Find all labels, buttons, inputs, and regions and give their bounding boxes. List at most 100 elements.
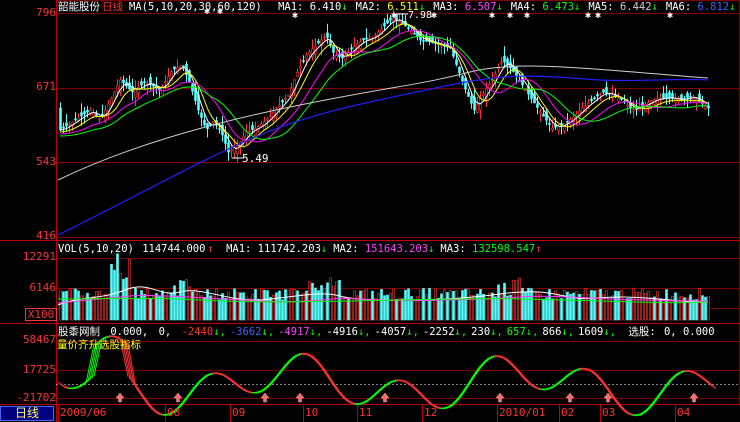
ma-value: 6.507 — [458, 1, 497, 13]
candle-body — [698, 93, 701, 102]
chart-canvas[interactable]: 5.497.98✱ ✱ ✱ ✱ ✱ ✱ ✱ ✱ ✱ ✱ ✱ — [0, 0, 740, 422]
volume-bar — [344, 296, 347, 321]
y-axis-label: 17725 — [22, 363, 56, 376]
volume-bar — [281, 299, 284, 321]
stock-name[interactable]: 韶能股份 — [58, 1, 100, 13]
candle-body — [230, 149, 233, 152]
volume-bar — [68, 288, 71, 321]
buy-signal-arrow-icon — [689, 392, 699, 403]
candle-body — [596, 94, 599, 97]
volume-bar — [74, 288, 77, 321]
volume-bar — [374, 297, 377, 321]
volume-bar — [284, 289, 287, 321]
indicator-value: -2440 — [181, 326, 214, 338]
volume-bar — [152, 296, 155, 321]
candle-body — [140, 81, 143, 86]
candle-body — [164, 81, 167, 83]
candle-body — [59, 107, 62, 131]
volume-bar — [632, 287, 635, 321]
candle-body — [284, 98, 287, 100]
volume-bar — [86, 292, 89, 321]
indicator-value: 0, — [158, 326, 172, 338]
volume-bar — [278, 290, 281, 321]
volume-bar — [164, 296, 167, 321]
volume-bar — [536, 291, 539, 321]
volume-bar — [305, 290, 308, 321]
candle-body — [605, 87, 608, 94]
x-axis-label: 11 — [359, 406, 373, 419]
volume-bar — [320, 285, 323, 321]
volume-bar — [161, 290, 164, 321]
volume-bar — [512, 279, 515, 321]
volume-bar — [494, 296, 497, 321]
candle-body — [686, 92, 689, 99]
volume-bar — [542, 298, 545, 321]
x-axis-label: 10 — [305, 406, 319, 419]
indicator-arrow: ↓, — [561, 326, 575, 338]
indicator-value: -4917 — [278, 326, 310, 338]
volume-bar — [221, 293, 224, 321]
candle-body — [548, 123, 551, 125]
volume-bar — [236, 292, 239, 321]
candle-body — [668, 91, 671, 99]
volume-bar — [560, 298, 563, 321]
volume-bar — [521, 288, 524, 321]
volume-bar — [533, 291, 536, 321]
volume-bar — [485, 297, 488, 321]
volume-bar — [527, 287, 530, 321]
ma-params: MA(5,10,20,30,60,120) — [129, 1, 262, 13]
y-axis-label: 6146 — [29, 281, 57, 294]
indicator-value-list: 0.000,, 0,, -2440↓, -3662↓, -4917↓, -4916↓, -4… — [110, 326, 620, 338]
chart-frame — [56, 0, 740, 405]
candle-body — [212, 120, 215, 123]
volume-bar — [530, 288, 533, 321]
candle-body — [458, 66, 461, 74]
volume-bar — [419, 289, 422, 321]
ma-value: 6.511 — [380, 1, 419, 13]
vol-ma-arrow: ↑ — [535, 243, 542, 255]
vol-ma-arrow: ↓ — [320, 243, 328, 255]
y-axis-label: 796 — [36, 6, 56, 19]
volume-bar — [569, 293, 572, 321]
volume-bar — [596, 290, 599, 321]
candle-body — [122, 79, 125, 84]
low-label: 5.49 — [242, 152, 269, 165]
volume-bar — [620, 290, 623, 321]
ma-arrow: ↓ — [574, 1, 581, 13]
volume-bar — [131, 299, 134, 321]
ma-label: MA4: — [510, 1, 537, 13]
period-tab-daily[interactable]: 日线 — [0, 406, 54, 421]
buy-signal-arrow-icon — [115, 392, 125, 403]
candle-body — [476, 104, 479, 113]
candle-body — [374, 34, 377, 37]
candle-body — [503, 55, 506, 63]
ma-value: 6.812 — [691, 1, 730, 13]
volume-bar — [617, 291, 620, 321]
candle-body — [335, 55, 338, 59]
indicator-arrow: ↓, — [454, 326, 468, 338]
buy-signal-arrow-icon — [495, 392, 505, 403]
ma-label: MA1: — [278, 1, 304, 13]
candle-body — [92, 112, 95, 117]
main-header: 韶能股份 日线 MA(5,10,20,30,60,120) MA1: 6.410↓ M… — [58, 0, 740, 14]
candle-body — [296, 72, 299, 77]
candle-body — [323, 36, 326, 39]
buy-signal-arrow-icon — [295, 392, 305, 403]
indicator-name[interactable]: 股黍网制 — [58, 326, 100, 338]
volume-bar — [137, 298, 140, 321]
volume-bar — [98, 290, 101, 321]
candle-body — [98, 118, 101, 121]
x-axis-label: 04 — [677, 406, 691, 419]
stock-chart-window: 5.49 7.98 ✱ ✱ ✱ ✱ ✱ ✱ ✱ ✱ ✱ ✱ ✱ 韶能股份 日线 MA(5,10,20,30,… — [0, 0, 740, 422]
candle-body — [251, 125, 254, 130]
volume-bar — [110, 263, 113, 321]
volume-bar — [269, 296, 272, 321]
indicator-value: 657 — [506, 326, 526, 338]
volume-bar — [206, 289, 209, 321]
candle-body — [566, 121, 569, 123]
volume-bar — [590, 290, 593, 321]
volume-bar — [287, 289, 290, 321]
x-axis-label: 02 — [561, 406, 575, 419]
vol-value-arrow: ↑ — [207, 243, 214, 255]
vol-value: 114744.000 — [142, 243, 206, 255]
